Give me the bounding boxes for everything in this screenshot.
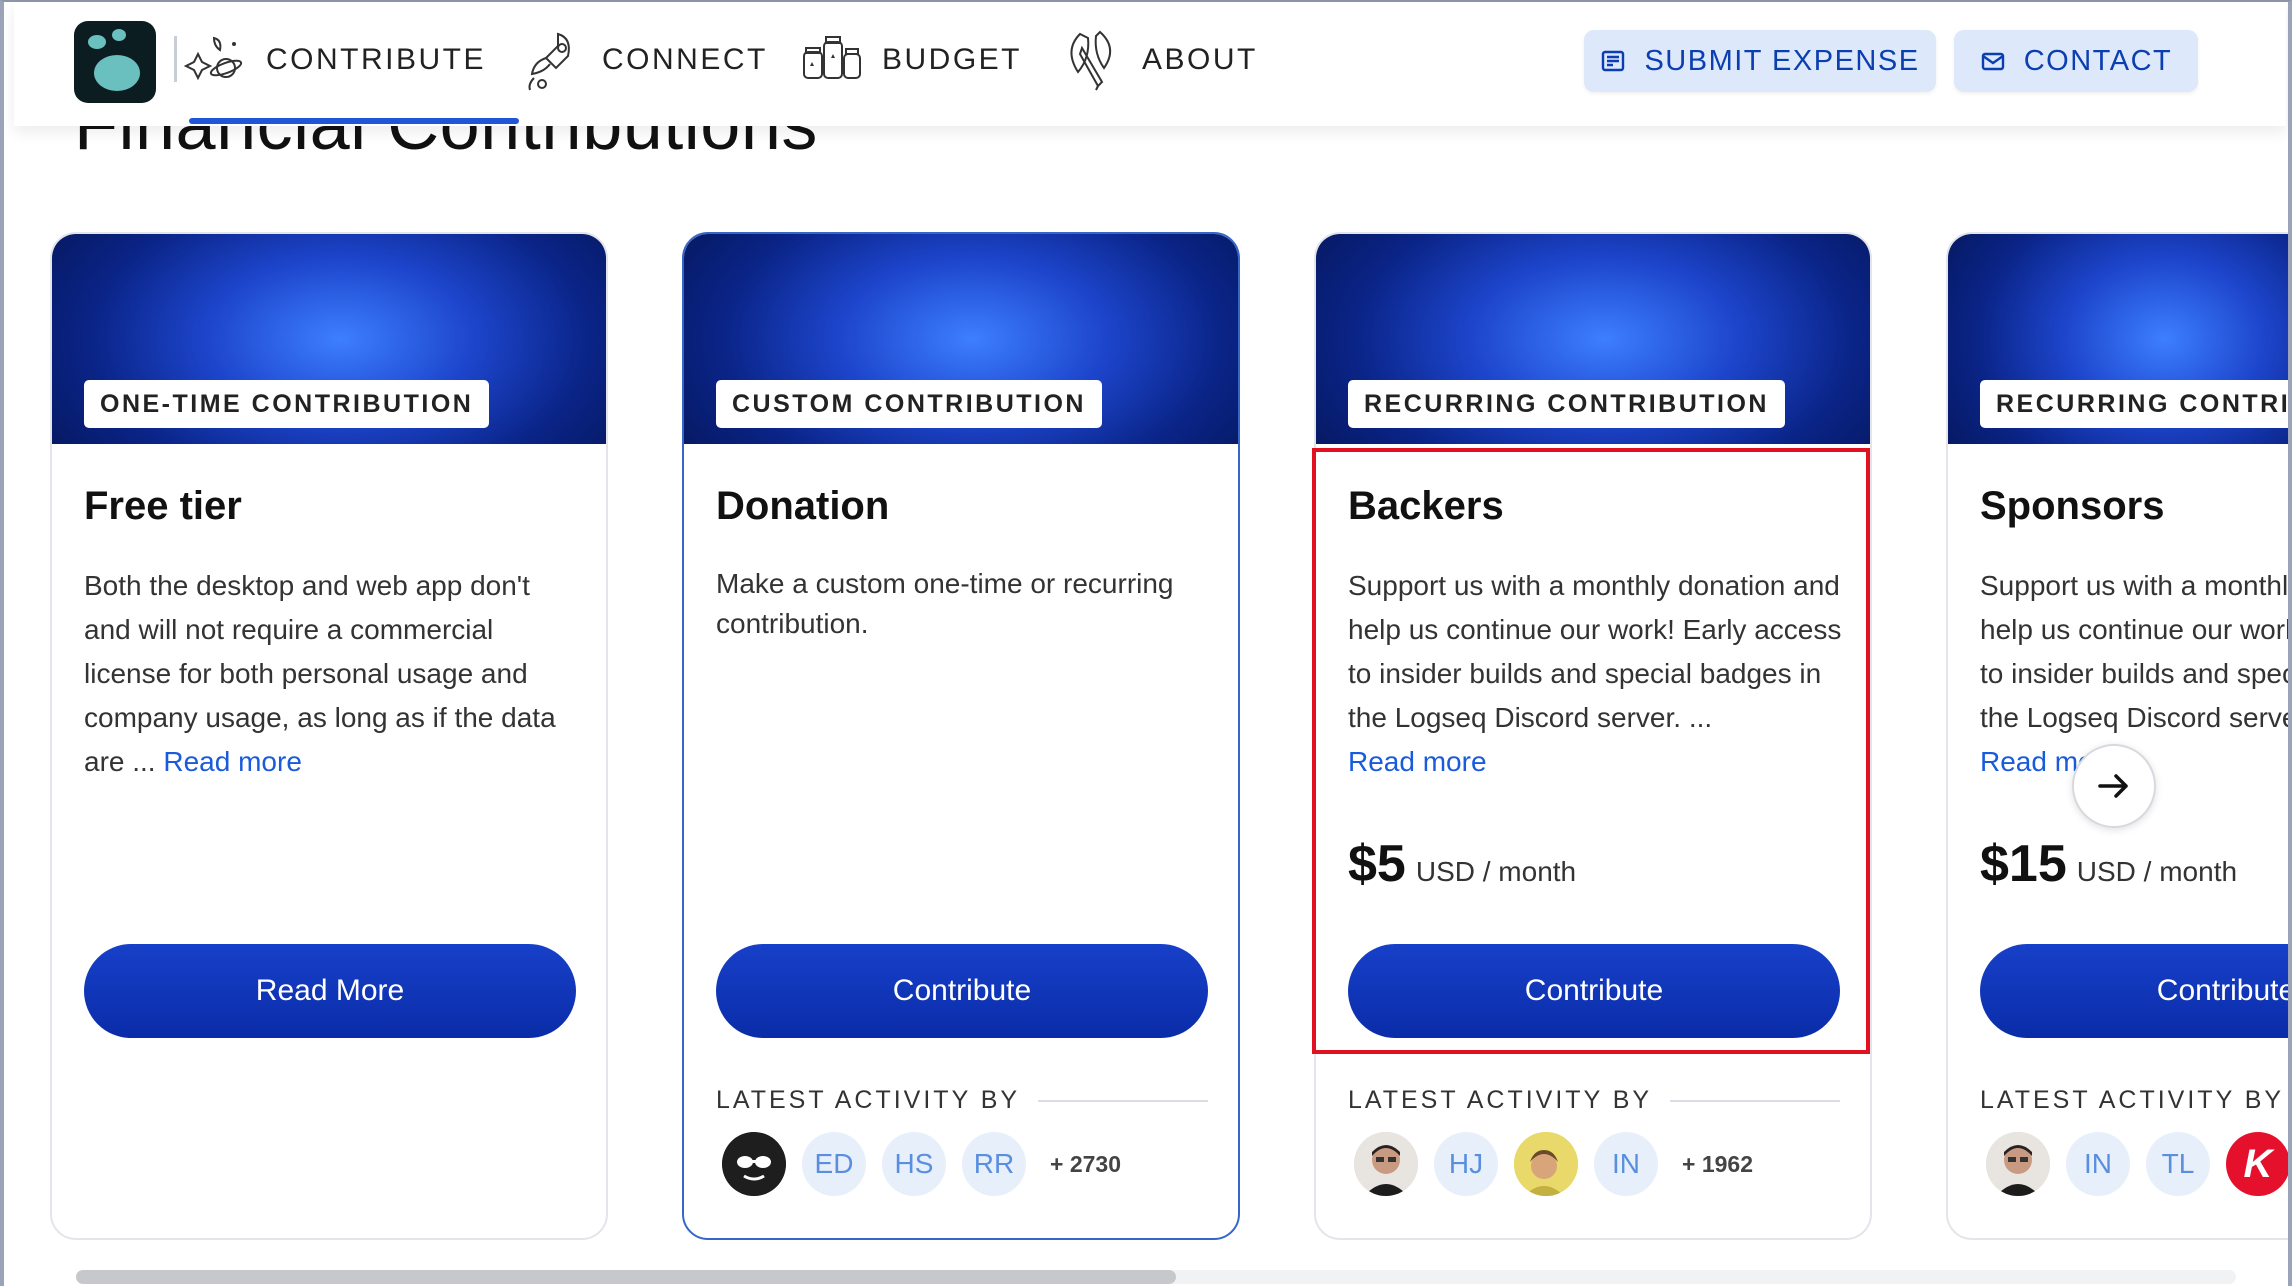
avatar[interactable]: TL <box>2146 1132 2210 1196</box>
avatar[interactable] <box>1986 1132 2050 1196</box>
contribution-card-free-tier: ONE-TIME CONTRIBUTION Free tier Both the… <box>50 232 608 1240</box>
logo-dot <box>112 29 126 41</box>
nav-item-budget[interactable]: BUDGET <box>800 20 1022 100</box>
avatar[interactable]: IN <box>1594 1132 1658 1196</box>
leaf-pen-icon <box>1070 30 1111 91</box>
price: $15 USD / month <box>1980 834 2237 894</box>
avatar[interactable]: IN <box>2066 1132 2130 1196</box>
more-contributors-count: + 2730 <box>1050 1150 1121 1177</box>
top-navbar: CONTRIBUTE CONNECT BUDGET ABOUT SUBMIT E… <box>14 2 2286 126</box>
sparkles-planet-icon <box>184 36 243 81</box>
submit-expense-button[interactable]: SUBMIT EXPENSE <box>1584 30 1936 92</box>
more-contributors-count: + 1962 <box>1682 1150 1753 1177</box>
price-period: USD / month <box>2076 856 2238 887</box>
submit-expense-label: SUBMIT EXPENSE <box>1644 44 1920 77</box>
person-photo-avatar-icon <box>1986 1132 2050 1196</box>
receipt-icon <box>1602 50 1625 72</box>
avatar[interactable]: RR <box>962 1132 1026 1196</box>
highlight-box <box>1312 448 1870 1054</box>
card-header: RECURRING CONTRIBUTION <box>1316 234 1870 444</box>
browser-viewport: Financial Contributions ONE-TIME CONTRIB… <box>0 0 2292 1286</box>
latest-activity-header: LATEST ACTIVITY BY <box>1348 1086 1840 1115</box>
contact-label: CONTACT <box>2023 44 2173 77</box>
logo-separator <box>174 36 177 82</box>
read-more-button[interactable]: Read More <box>84 944 576 1038</box>
nav-item-contribute[interactable]: CONTRIBUTE <box>184 20 486 100</box>
latest-activity-header: LATEST ACTIVITY BY <box>1980 1086 2288 1115</box>
avatar[interactable]: HS <box>882 1132 946 1196</box>
rocket-icon <box>528 32 570 91</box>
contribution-type-badge: CUSTOM CONTRIBUTION <box>716 380 1102 428</box>
nav-item-about[interactable]: ABOUT <box>1060 20 1258 100</box>
logo-dot <box>88 35 106 49</box>
price-amount: $15 <box>1980 835 2067 893</box>
arrow-right-icon <box>2098 774 2128 798</box>
divider <box>1670 1099 1840 1102</box>
contribution-card-sponsors: RECURRING CONTRIBUTION Sponsors Support … <box>1946 232 2289 1240</box>
card-description: Both the desktop and web app don't and w… <box>84 564 584 784</box>
latest-activity-label: LATEST ACTIVITY BY <box>1980 1086 2285 1114</box>
contribution-card-donation: CUSTOM CONTRIBUTION Donation Make a cust… <box>682 232 1240 1240</box>
contributor-avatars: ED HS RR + 2730 <box>722 1132 1121 1196</box>
contribution-type-badge: ONE-TIME CONTRIBUTION <box>84 380 490 428</box>
divider <box>1038 1099 1208 1102</box>
logseq-logo[interactable] <box>74 21 156 103</box>
logo-dot <box>94 55 140 91</box>
avatar[interactable] <box>1514 1132 1578 1196</box>
nav-item-label: ABOUT <box>1142 43 1258 76</box>
contribution-type-badge: RECURRING CONTRIBUTION <box>1980 380 2288 428</box>
card-title: Sponsors <box>1980 484 2165 528</box>
avatar[interactable]: K <box>2226 1132 2288 1196</box>
nav-item-label: BUDGET <box>882 43 1023 76</box>
latest-activity-label: LATEST ACTIVITY BY <box>716 1086 1021 1114</box>
nav-item-label: CONTRIBUTE <box>266 43 486 76</box>
avatar[interactable]: ED <box>802 1132 866 1196</box>
contributor-avatars: IN TL K <box>1986 1132 2288 1196</box>
avatar[interactable]: HJ <box>1434 1132 1498 1196</box>
contribution-type-badge: RECURRING CONTRIBUTION <box>1348 380 1785 428</box>
contribute-button[interactable]: Contribute <box>716 944 1208 1038</box>
latest-activity-label: LATEST ACTIVITY BY <box>1348 1086 1653 1114</box>
avatar[interactable] <box>1354 1132 1418 1196</box>
read-more-link[interactable]: Read more <box>163 746 302 777</box>
card-description-text: Support us with a monthly donation and h… <box>1980 564 2289 740</box>
avatar[interactable] <box>722 1132 786 1196</box>
latest-activity-header: LATEST ACTIVITY BY <box>716 1086 1208 1115</box>
contributor-avatars: HJ IN + 1962 <box>1354 1132 1753 1196</box>
horizontal-scrollbar-thumb[interactable] <box>76 1270 1176 1284</box>
card-header: CUSTOM CONTRIBUTION <box>684 234 1238 444</box>
card-description: Make a custom one-time or recurring cont… <box>716 564 1216 644</box>
nav-item-label: CONNECT <box>602 43 768 76</box>
contribute-button[interactable]: Contribute <box>1980 944 2288 1038</box>
active-nav-indicator <box>189 118 519 124</box>
card-title: Free tier <box>84 484 242 528</box>
card-description-text: Both the desktop and web app don't and w… <box>84 570 556 777</box>
person-photo-avatar-icon <box>1354 1132 1418 1196</box>
sunglasses-avatar-icon <box>722 1132 786 1196</box>
jars-icon <box>803 36 861 79</box>
person-photo-avatar-icon <box>1514 1132 1578 1196</box>
card-title: Donation <box>716 484 890 528</box>
card-description-text: Support us with a monthly donation and h… <box>1980 570 2289 733</box>
mail-icon <box>1981 52 2004 71</box>
next-slide-button[interactable] <box>2072 744 2156 828</box>
card-description-text: Make a custom one-time or recurring cont… <box>716 568 1174 639</box>
card-header: ONE-TIME CONTRIBUTION <box>52 234 606 444</box>
contact-button[interactable]: CONTACT <box>1954 30 2198 92</box>
card-header: RECURRING CONTRIBUTION <box>1948 234 2288 444</box>
nav-item-connect[interactable]: CONNECT <box>520 20 768 100</box>
